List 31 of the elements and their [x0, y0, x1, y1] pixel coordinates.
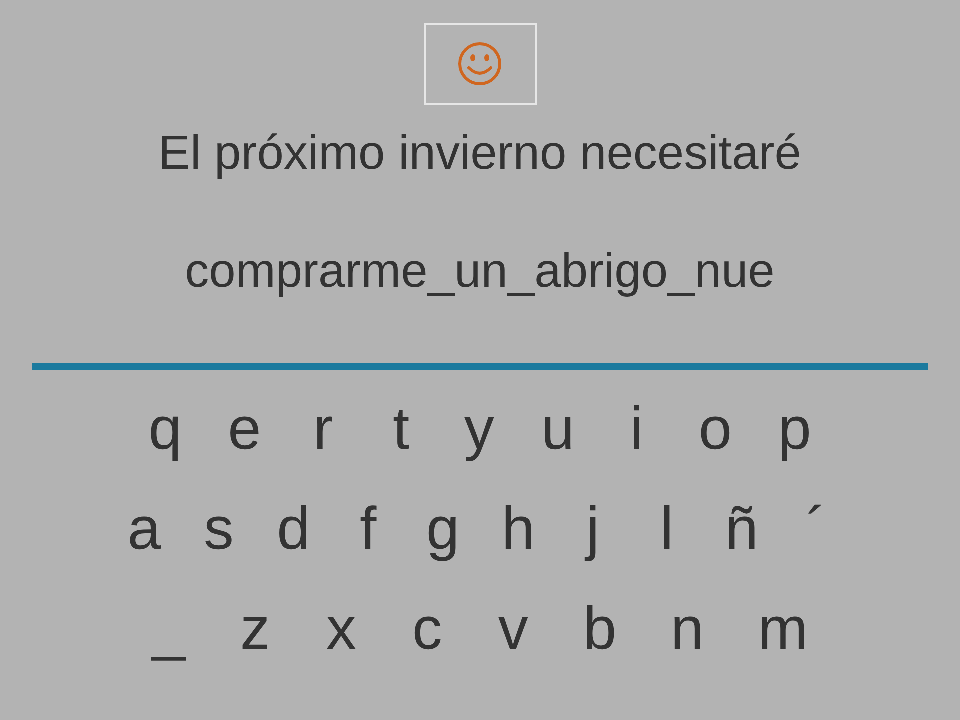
letter-key[interactable]: b: [579, 588, 621, 670]
letter-key[interactable]: f: [348, 488, 388, 570]
letter-key[interactable]: x: [321, 588, 362, 670]
letter-key[interactable]: _: [148, 588, 190, 670]
letter-key[interactable]: m: [754, 588, 812, 670]
letter-key[interactable]: s: [198, 488, 239, 570]
letter-key[interactable]: g: [422, 488, 464, 570]
answer-text: comprarme_un_abrigo_nue: [185, 244, 775, 300]
letter-key[interactable]: a: [124, 488, 165, 570]
letter-key[interactable]: h: [498, 488, 540, 570]
letter-key[interactable]: l: [647, 488, 688, 570]
letter-key[interactable]: v: [493, 588, 534, 670]
letter-key[interactable]: t: [381, 388, 422, 470]
letter-key[interactable]: q: [144, 388, 186, 470]
letter-key[interactable]: n: [666, 588, 708, 670]
letter-key[interactable]: r: [303, 388, 344, 470]
prompt-text: El próximo invierno necesitaré: [158, 126, 802, 182]
smiley-button[interactable]: [424, 23, 536, 105]
smiley-icon: [457, 41, 503, 87]
letter-key[interactable]: e: [224, 388, 266, 470]
letter-key[interactable]: z: [235, 588, 276, 670]
letter-key[interactable]: y: [459, 388, 500, 470]
letter-key[interactable]: ´: [796, 488, 836, 570]
letter-key[interactable]: j: [573, 488, 614, 570]
letter-key[interactable]: ñ: [721, 488, 762, 570]
letter-key[interactable]: o: [694, 388, 736, 470]
letter-key[interactable]: i: [616, 388, 657, 470]
letter-key[interactable]: u: [537, 388, 579, 470]
letter-key[interactable]: p: [774, 388, 816, 470]
letter-key[interactable]: c: [407, 588, 448, 670]
letter-key[interactable]: d: [272, 488, 314, 570]
